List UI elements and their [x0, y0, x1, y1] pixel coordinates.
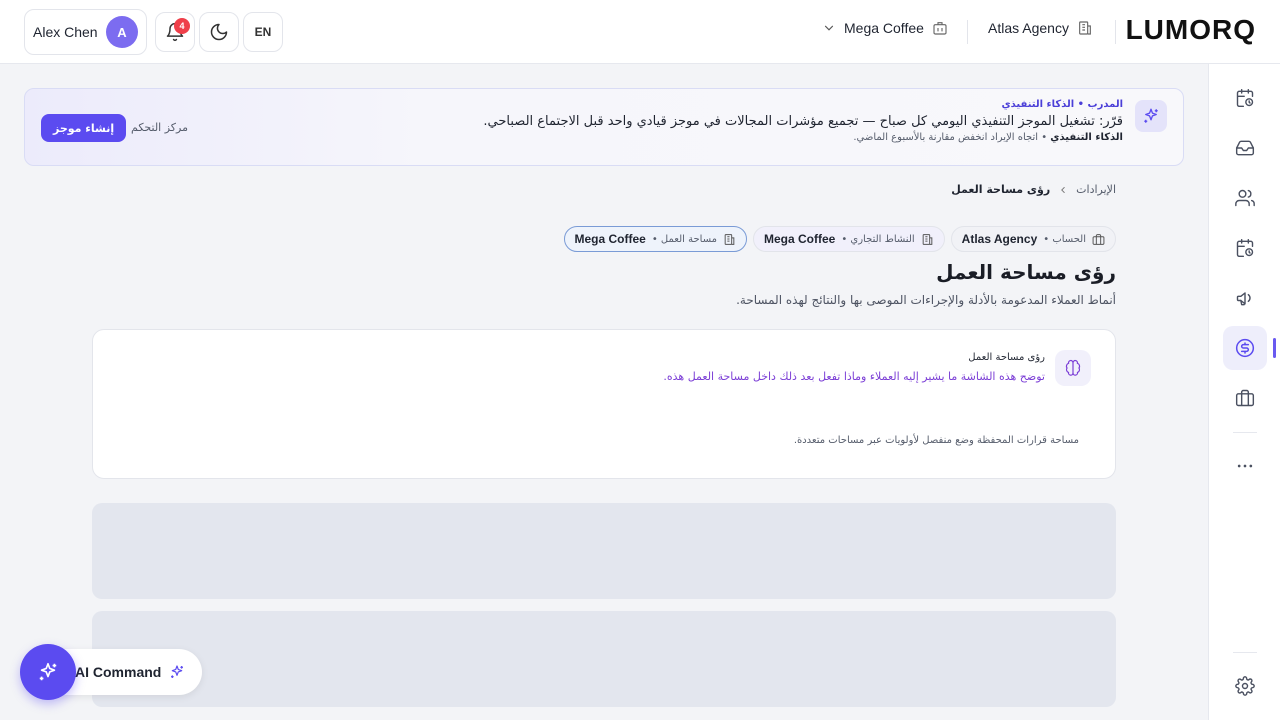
chip-label: الحساب • — [1043, 233, 1086, 245]
users-icon — [1235, 189, 1255, 207]
top-header: Alex Chen A 4 EN Mega Coffee Atlas Agenc… — [0, 0, 1280, 64]
ai-command-label: AI Command — [75, 664, 162, 680]
sidebar-item-portfolio[interactable] — [1223, 376, 1267, 420]
inbox-icon — [1235, 140, 1255, 156]
chevron-left-icon — [1061, 186, 1065, 193]
loading-placeholder — [92, 611, 1116, 707]
page-subtitle: أنماط العملاء المدعومة بالأدلة والإجراءا… — [736, 293, 1116, 307]
calendar-clock-icon — [1236, 238, 1254, 258]
agency-name: Atlas Agency — [988, 20, 1069, 36]
banner-sub-label: الذكاء التنفيذي — [1050, 132, 1123, 143]
sidebar-item-customers[interactable] — [1223, 176, 1267, 220]
context-chips: الحساب • Atlas Agency النشاط التجاري • M… — [563, 226, 1116, 252]
sparkles-icon — [1135, 100, 1167, 132]
sparkles-icon — [39, 662, 57, 681]
sidebar-item-more[interactable] — [1223, 444, 1267, 488]
chip-account[interactable]: الحساب • Atlas Agency — [950, 226, 1116, 252]
office-building-icon — [724, 233, 735, 245]
sidebar-divider — [1233, 432, 1257, 433]
chip-value: Atlas Agency — [961, 232, 1038, 246]
sidebar-item-campaigns[interactable] — [1223, 276, 1267, 320]
header-divider — [967, 20, 968, 44]
agency-switcher[interactable]: Atlas Agency — [988, 20, 1093, 36]
right-sidebar — [1208, 64, 1280, 720]
sidebar-item-settings[interactable] — [1223, 664, 1267, 708]
briefcase-icon — [1092, 233, 1105, 245]
user-menu[interactable]: Alex Chen A — [24, 9, 147, 55]
chip-business[interactable]: النشاط التجاري • Mega Coffee — [752, 226, 945, 252]
sidebar-item-calendar[interactable] — [1223, 226, 1267, 270]
card-footer: مساحة قرارات المحفظة وضع منفصل لأولويات … — [793, 435, 1079, 446]
office-building-icon — [1079, 21, 1091, 35]
breadcrumb: الإيرادات رؤى مساحة العمل — [951, 183, 1116, 196]
breadcrumb-parent[interactable]: الإيرادات — [1076, 183, 1116, 196]
control-center-link[interactable]: مركز التحكم — [131, 121, 188, 134]
business-switcher[interactable]: Mega Coffee — [822, 20, 948, 36]
megaphone-icon — [1236, 292, 1251, 306]
avatar: A — [106, 16, 138, 48]
brand-logo[interactable]: LUMORQ — [1126, 14, 1256, 46]
sparkles-icon — [171, 665, 184, 678]
loading-placeholder — [92, 503, 1116, 599]
page-title: رؤى مساحة العمل — [936, 260, 1116, 284]
chip-label: النشاط التجاري • — [841, 233, 915, 245]
chip-label: مساحة العمل • — [651, 233, 717, 245]
card-title: رؤى مساحة العمل — [968, 352, 1045, 363]
settings-icon — [1235, 676, 1255, 696]
chevron-down-icon — [824, 25, 834, 31]
sidebar-item-schedule[interactable] — [1223, 76, 1267, 120]
moon-icon — [210, 23, 228, 41]
office-building-icon — [922, 233, 932, 245]
banner-sub-text: • اتجاه الإيراد انخفض مقارنة بالأسبوع ال… — [853, 132, 1051, 143]
notifications-button[interactable]: 4 — [155, 12, 195, 52]
brain-icon — [1055, 350, 1091, 386]
active-indicator — [1273, 338, 1276, 358]
theme-toggle-button[interactable] — [199, 12, 239, 52]
dollar-icon — [1235, 338, 1255, 358]
banner-message: قرّر: تشغيل الموجز التنفيذي اليومي كل صب… — [483, 114, 1123, 129]
language-label: EN — [254, 25, 272, 39]
user-name: Alex Chen — [33, 24, 98, 40]
chip-value: Mega Coffee — [574, 232, 646, 246]
sidebar-item-inbox[interactable] — [1223, 126, 1267, 170]
language-button[interactable]: EN — [243, 12, 283, 52]
banner-text: المدرب • الذكاء التنفيذي قرّر: تشغيل الم… — [483, 99, 1123, 143]
business-name: Mega Coffee — [844, 20, 924, 36]
banner-subtext: الذكاء التنفيذي • اتجاه الإيراد انخفض مق… — [483, 132, 1123, 143]
create-brief-button[interactable]: إنشاء موجز — [41, 114, 127, 142]
banner-kicker: المدرب • الذكاء التنفيذي — [1001, 99, 1123, 110]
notification-badge: 4 — [174, 18, 190, 34]
sidebar-item-revenue[interactable] — [1223, 326, 1267, 370]
header-divider — [1115, 20, 1116, 44]
building-icon — [933, 22, 947, 35]
ai-fab-button[interactable] — [20, 644, 76, 700]
chip-workspace[interactable]: مساحة العمل • Mega Coffee — [563, 226, 747, 252]
more-icon — [1237, 464, 1253, 468]
breadcrumb-current: رؤى مساحة العمل — [951, 183, 1051, 196]
chip-value: Mega Coffee — [763, 232, 836, 246]
coach-banner: المدرب • الذكاء التنفيذي قرّر: تشغيل الم… — [24, 88, 1184, 166]
sidebar-divider — [1233, 652, 1257, 653]
card-description: توضح هذه الشاشة ما يشير إليه العملاء وما… — [663, 370, 1045, 383]
calendar-clock-icon — [1236, 88, 1254, 108]
insight-card: رؤى مساحة العمل توضح هذه الشاشة ما يشير … — [92, 329, 1116, 479]
briefcase-icon — [1235, 389, 1255, 407]
